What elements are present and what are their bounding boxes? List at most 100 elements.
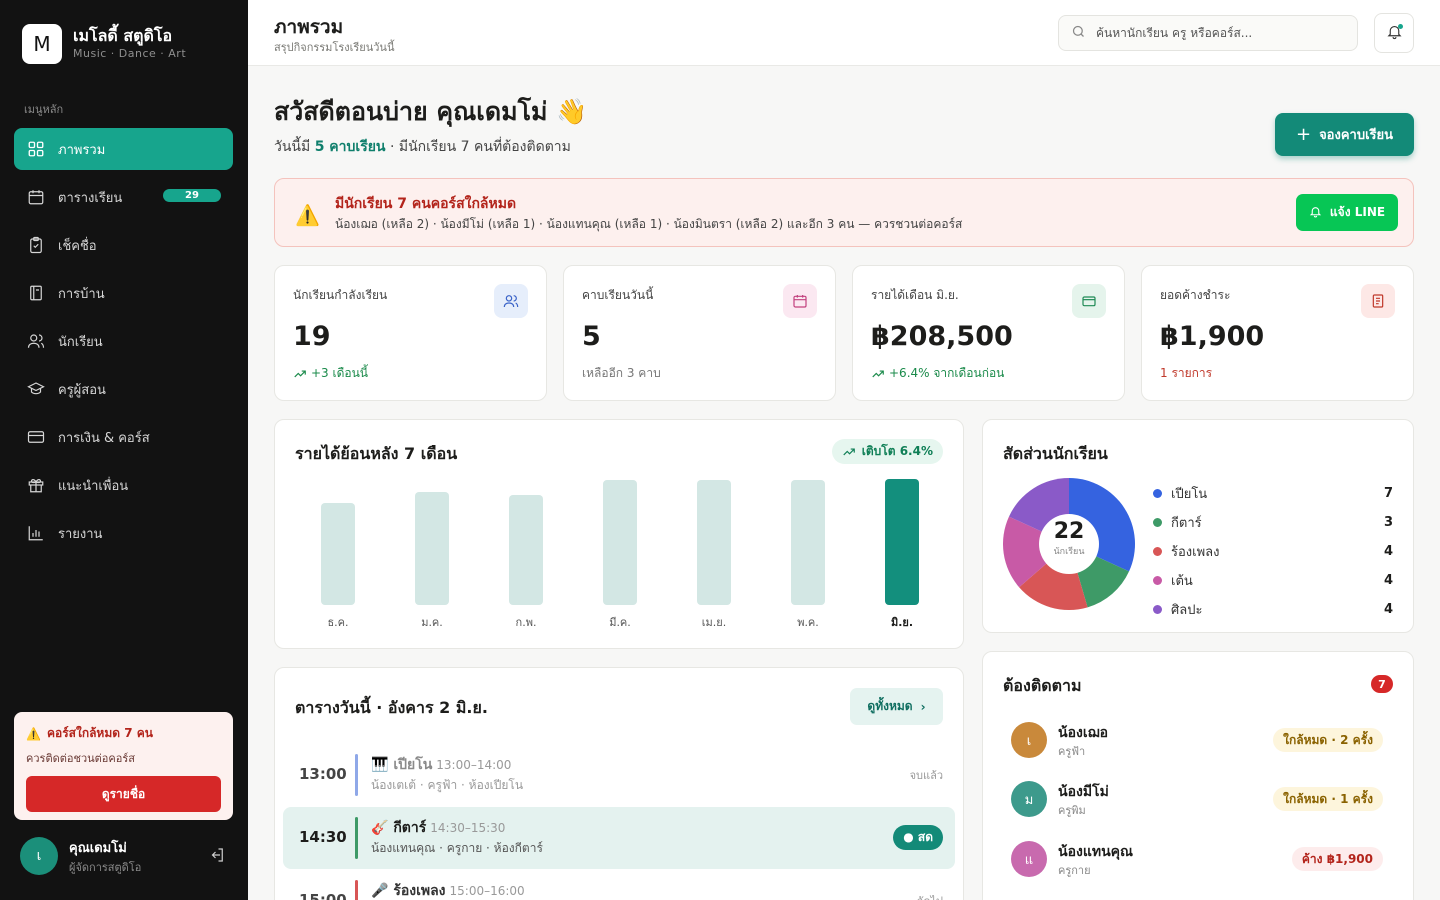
graduation-cap-icon — [26, 379, 46, 399]
revenue-chart-panel: รายได้ย้อนหลัง 7 เดือน เติบโต 6.4% ธ.ค. ม… — [274, 419, 964, 649]
stat-card-monthly-revenue[interactable]: รายได้เดือน มิ.ย. ฿208,500 +6.4% จากเดือ… — [852, 265, 1125, 401]
sidebar-item-label: รายงาน — [58, 526, 103, 542]
chevron-right-icon: › — [920, 699, 926, 714]
receipt-icon — [1361, 284, 1395, 318]
legend-dot — [1153, 576, 1162, 585]
plus-icon: + — [1295, 124, 1312, 145]
legend-item: ร้องเพลง 4 — [1153, 537, 1393, 566]
sidebar-item-referral[interactable]: แนะนำเพื่อน — [14, 464, 233, 506]
warning-icon: ⚠️ — [295, 203, 320, 227]
schedule-meta: น้องแทนคุณ · ครูกาย · ห้องกีตาร์ — [371, 841, 543, 855]
calendar-icon — [783, 284, 817, 318]
sidebar: M เมโลดี้ สตูดิโอ Music · Dance · Art เม… — [0, 0, 248, 900]
revenue-bar[interactable] — [791, 480, 825, 605]
follow-up-row[interactable]: เ น้องเฌอ ครูฟ้า ใกล้หมด · 2 ครั้ง — [1011, 722, 1383, 762]
sidebar-item-reports[interactable]: รายงาน — [14, 512, 233, 554]
avatar: ม — [1011, 781, 1047, 817]
users-icon — [26, 331, 46, 351]
view-list-button[interactable]: ดูรายชื่อ — [26, 776, 221, 812]
follow-up-count-badge: 7 — [1371, 675, 1393, 693]
sidebar-item-finance[interactable]: การเงิน & คอร์ส — [14, 416, 233, 458]
bar-chart-icon — [26, 523, 46, 543]
search-input[interactable] — [1096, 26, 1346, 40]
stat-card-classes-today[interactable]: คาบเรียนวันนี้ 5 เหลืออีก 3 คาบ — [563, 265, 836, 401]
legend-item: เต้น 4 — [1153, 566, 1393, 595]
schedule-time: 13:00 — [299, 765, 347, 783]
legend-dot — [1153, 518, 1162, 527]
student-name: น้องแทนคุณ — [1058, 844, 1133, 860]
follow-up-row[interactable]: ม น้องมีโม่ ครูพิม ใกล้หมด · 1 ครั้ง — [1011, 781, 1383, 821]
sidebar-item-label: ครูผู้สอน — [58, 382, 106, 398]
brand[interactable]: M เมโลดี้ สตูดิโอ Music · Dance · Art — [22, 24, 186, 64]
top-header: ภาพรวม สรุปกิจกรรมโรงเรียนวันนี้ — [248, 0, 1440, 66]
sidebar-item-label: เช็คชื่อ — [58, 238, 97, 254]
stat-label: รายได้เดือน มิ.ย. — [871, 288, 959, 302]
schedule-subject: 🎹 เปียโน 13:00–14:00 — [371, 757, 512, 773]
revenue-bar[interactable] — [321, 503, 355, 605]
logout-icon[interactable] — [208, 846, 228, 866]
trend-up-icon — [843, 448, 855, 455]
sidebar-item-homework[interactable]: การบ้าน — [14, 272, 233, 314]
student-ratio-panel: สัดส่วนนักเรียน 22 นักเรียน เปียโน 7 กีตา… — [982, 419, 1414, 633]
sidebar-nav: ภาพรวม ตารางเรียน 29 เช็คชื่อ การบ้าน นั… — [14, 128, 233, 560]
status-badge: ใกล้หมด · 2 ครั้ง — [1273, 728, 1383, 752]
notifications-button[interactable] — [1374, 13, 1414, 53]
status-badge: ค้าง ฿1,900 — [1291, 847, 1383, 871]
microphone-icon: 🎤 — [371, 883, 389, 899]
classes-today-highlight: 5 คาบเรียน — [314, 139, 386, 155]
sidebar-item-teachers[interactable]: ครูผู้สอน — [14, 368, 233, 410]
schedule-row-live[interactable]: 14:30 🎸 กีตาร์ 14:30–15:30 น้องแทนคุณ · ค… — [283, 807, 955, 869]
sidebar-item-schedule[interactable]: ตารางเรียน 29 — [14, 176, 233, 218]
sidebar-item-label: นักเรียน — [58, 334, 103, 350]
revenue-bar-label: มิ.ย. — [890, 616, 914, 629]
revenue-bar[interactable] — [509, 495, 543, 605]
page-subtitle: สรุปกิจกรรมโรงเรียนวันนี้ — [274, 41, 395, 54]
schedule-time: 14:30 — [299, 828, 347, 846]
user-name: คุณเดมโม่ — [69, 840, 127, 856]
brand-tagline: Music · Dance · Art — [73, 47, 187, 60]
student-name: น้องมีโม่ — [1058, 784, 1109, 800]
greeting-subtitle: วันนี้มี 5 คาบเรียน · มีนักเรียน 7 คนที่… — [274, 139, 571, 155]
stat-card-active-students[interactable]: นักเรียนกำลังเรียน 19 +3 เดือนนี้ — [274, 265, 547, 401]
schedule-row[interactable]: 13:00 🎹 เปียโน 13:00–14:00 น้องเตเต้ · คร… — [283, 744, 955, 806]
legend-dot — [1153, 605, 1162, 614]
stat-card-outstanding[interactable]: ยอดค้างชำระ ฿1,900 1 รายการ — [1141, 265, 1414, 401]
legend-dot — [1153, 547, 1162, 556]
today-schedule-panel: ตารางวันนี้ · อังคาร 2 มิ.ย. ดูทั้งหมด ›… — [274, 667, 964, 900]
stat-label: ยอดค้างชำระ — [1160, 288, 1231, 302]
stat-label: นักเรียนกำลังเรียน — [293, 288, 388, 302]
avatar: เ — [1011, 722, 1047, 758]
legend-item: ศิลปะ 4 — [1153, 595, 1393, 624]
search-box[interactable] — [1058, 15, 1358, 51]
legend-item: กีตาร์ 3 — [1153, 508, 1393, 537]
revenue-bar[interactable] — [885, 479, 919, 605]
guitar-icon: 🎸 — [371, 820, 389, 836]
notify-line-button[interactable]: แจ้ง LINE — [1296, 194, 1398, 231]
brand-name: เมโลดี้ สตูดิโอ — [73, 26, 173, 45]
sidebar-item-label: ตารางเรียน — [58, 190, 123, 206]
sidebar-item-label: การบ้าน — [58, 286, 105, 302]
sidebar-item-students[interactable]: นักเรียน — [14, 320, 233, 362]
follow-up-row[interactable]: แ น้องแทนคุณ ครูกาย ค้าง ฿1,900 — [1011, 841, 1383, 881]
schedule-color-bar — [355, 754, 358, 796]
revenue-bar[interactable] — [415, 492, 449, 605]
revenue-bar-label: เม.ย. — [701, 616, 727, 629]
live-badge: ● สด — [893, 825, 943, 850]
schedule-row[interactable]: 15:00 🎤 ร้องเพลง15:00–16:00 ถัดไป — [283, 870, 955, 900]
user-profile[interactable]: เ คุณเดมโม่ ผู้จัดการสตูดิโอ — [20, 836, 228, 876]
sidebar-item-overview[interactable]: ภาพรวม — [14, 128, 233, 170]
student-ratio-title: สัดส่วนนักเรียน — [1003, 444, 1108, 463]
clipboard-check-icon — [26, 235, 46, 255]
revenue-bar-label: ธ.ค. — [327, 616, 349, 629]
revenue-bar[interactable] — [697, 480, 731, 605]
schedule-color-bar — [355, 817, 358, 859]
revenue-bar-label: พ.ค. — [797, 616, 819, 629]
sidebar-item-attendance[interactable]: เช็คชื่อ — [14, 224, 233, 266]
book-class-button[interactable]: + จองคาบเรียน — [1275, 113, 1414, 156]
course-expiring-title: คอร์สใกล้หมด 7 คน — [46, 726, 153, 740]
course-expiring-card: ⚠️ คอร์สใกล้หมด 7 คน ควรติดต่อชวนต่อคอร์… — [14, 712, 233, 820]
see-all-button[interactable]: ดูทั้งหมด › — [850, 688, 943, 725]
revenue-bar-label: มี.ค. — [609, 616, 631, 629]
revenue-bar[interactable] — [603, 480, 637, 605]
sidebar-item-label: การเงิน & คอร์ส — [58, 430, 150, 446]
